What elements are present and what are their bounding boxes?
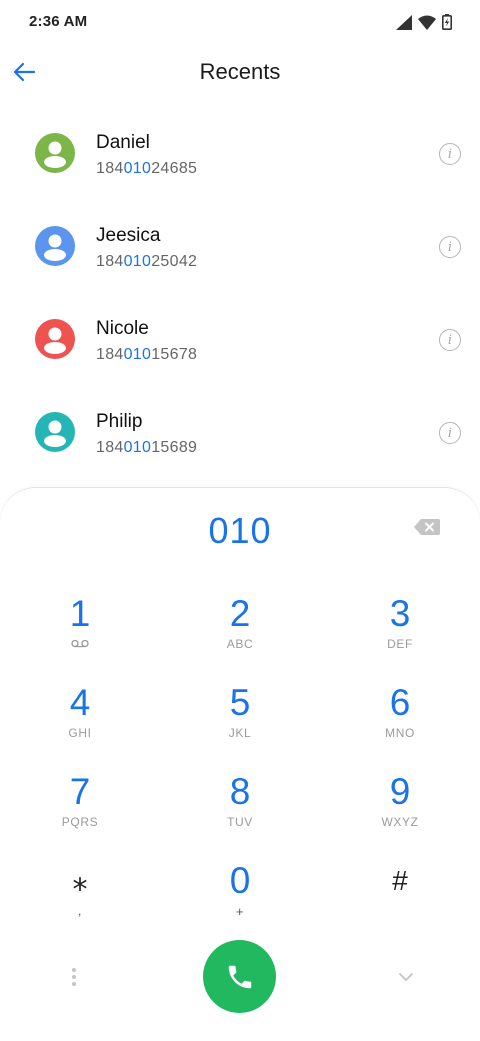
key-letters: DEF bbox=[387, 637, 413, 651]
dialer-bottom-bar bbox=[0, 940, 480, 1020]
key-0[interactable]: 0 + bbox=[180, 859, 300, 939]
key-letters: ABC bbox=[226, 637, 254, 651]
recent-contact-row[interactable]: Jeesica 18401025042 i bbox=[0, 201, 480, 294]
contact-avatar bbox=[35, 133, 75, 173]
key-digit: 6 bbox=[389, 682, 411, 723]
contact-avatar bbox=[35, 226, 75, 266]
key-digit: 2 bbox=[229, 593, 251, 634]
contact-info-button[interactable]: i bbox=[439, 143, 461, 165]
recent-contact-row[interactable]: Nicole 18401015678 i bbox=[0, 294, 480, 387]
dialed-number-display[interactable]: 010 bbox=[0, 510, 480, 552]
key-letters: + bbox=[235, 904, 245, 919]
contact-info-button[interactable]: i bbox=[439, 329, 461, 351]
key-letters: MNO bbox=[385, 726, 415, 740]
contact-avatar bbox=[35, 319, 75, 359]
info-icon: i bbox=[447, 425, 453, 441]
phone-icon bbox=[228, 965, 251, 988]
contact-name: Philip bbox=[96, 411, 143, 432]
key-letters: , bbox=[78, 904, 82, 918]
contact-info-button[interactable]: i bbox=[439, 422, 461, 444]
backspace-button[interactable] bbox=[413, 518, 443, 538]
key-digit: 4 bbox=[69, 682, 91, 723]
key-star[interactable]: ⁎ , bbox=[20, 859, 140, 939]
contact-name: Daniel bbox=[96, 132, 150, 153]
key-7[interactable]: 7 PQRS bbox=[20, 770, 140, 850]
info-icon: i bbox=[447, 239, 453, 255]
contact-avatar bbox=[35, 412, 75, 452]
key-digit: 5 bbox=[229, 682, 251, 723]
key-digit: 7 bbox=[69, 771, 91, 812]
person-icon bbox=[35, 226, 75, 266]
status-bar: 2:36 AM bbox=[0, 0, 480, 44]
wifi-icon bbox=[418, 15, 436, 30]
key-9[interactable]: 9 WXYZ bbox=[340, 770, 460, 850]
contact-number: 18401024685 bbox=[96, 160, 198, 177]
info-icon: i bbox=[447, 146, 453, 162]
key-2[interactable]: 2 ABC bbox=[180, 592, 300, 672]
collapse-dialpad-button[interactable] bbox=[394, 967, 418, 987]
person-icon bbox=[35, 412, 75, 452]
signal-icon bbox=[396, 14, 412, 30]
contact-info-button[interactable]: i bbox=[439, 236, 461, 258]
key-1[interactable]: 1 bbox=[20, 592, 140, 672]
key-4[interactable]: 4 GHI bbox=[20, 681, 140, 761]
contact-number: 18401015689 bbox=[96, 439, 198, 456]
key-digit: 3 bbox=[389, 593, 411, 634]
page-title: Recents bbox=[199, 59, 281, 84]
key-letters: JKL bbox=[228, 726, 252, 740]
key-digit: ⁎ bbox=[72, 864, 88, 897]
key-digit: 9 bbox=[389, 771, 411, 812]
more-options-button[interactable] bbox=[62, 965, 86, 989]
contact-number: 18401015678 bbox=[96, 346, 198, 363]
key-letters: WXYZ bbox=[381, 815, 419, 829]
person-icon bbox=[35, 133, 75, 173]
key-hash[interactable]: # bbox=[340, 859, 460, 939]
key-letters: PQRS bbox=[61, 815, 99, 829]
key-letters bbox=[340, 904, 460, 918]
battery-charging-icon bbox=[442, 14, 452, 30]
recent-contact-row[interactable]: Philip 18401015689 i bbox=[0, 387, 480, 480]
key-6[interactable]: 6 MNO bbox=[340, 681, 460, 761]
contact-number: 18401025042 bbox=[96, 253, 198, 270]
recents-list: Daniel 18401024685 i Jeesica 18401025042… bbox=[0, 108, 480, 480]
contact-name: Jeesica bbox=[96, 225, 161, 246]
key-8[interactable]: 8 TUV bbox=[180, 770, 300, 850]
chevron-down-icon bbox=[399, 973, 413, 981]
app-header: Recents bbox=[0, 44, 480, 100]
backspace-icon bbox=[414, 519, 440, 535]
key-letters bbox=[20, 637, 140, 651]
key-3[interactable]: 3 DEF bbox=[340, 592, 460, 672]
dialer-panel: 010 1 2 ABC 3 DEF 4 GHI 5 JKL 6 MNO 7 PQ… bbox=[0, 487, 480, 1041]
status-icons bbox=[396, 13, 452, 31]
contact-name: Nicole bbox=[96, 318, 149, 339]
key-5[interactable]: 5 JKL bbox=[180, 681, 300, 761]
key-digit: # bbox=[392, 865, 408, 896]
person-icon bbox=[35, 319, 75, 359]
key-digit: 8 bbox=[229, 771, 251, 812]
key-letters: GHI bbox=[68, 726, 92, 740]
key-letters: TUV bbox=[227, 815, 253, 829]
more-vertical-icon bbox=[72, 968, 76, 986]
key-digit: 1 bbox=[69, 593, 91, 634]
info-icon: i bbox=[447, 332, 453, 348]
status-time: 2:36 AM bbox=[29, 13, 88, 30]
key-digit: 0 bbox=[229, 860, 251, 901]
call-button[interactable] bbox=[203, 940, 276, 1013]
recent-contact-row[interactable]: Daniel 18401024685 i bbox=[0, 108, 480, 201]
voicemail-icon bbox=[71, 639, 89, 648]
